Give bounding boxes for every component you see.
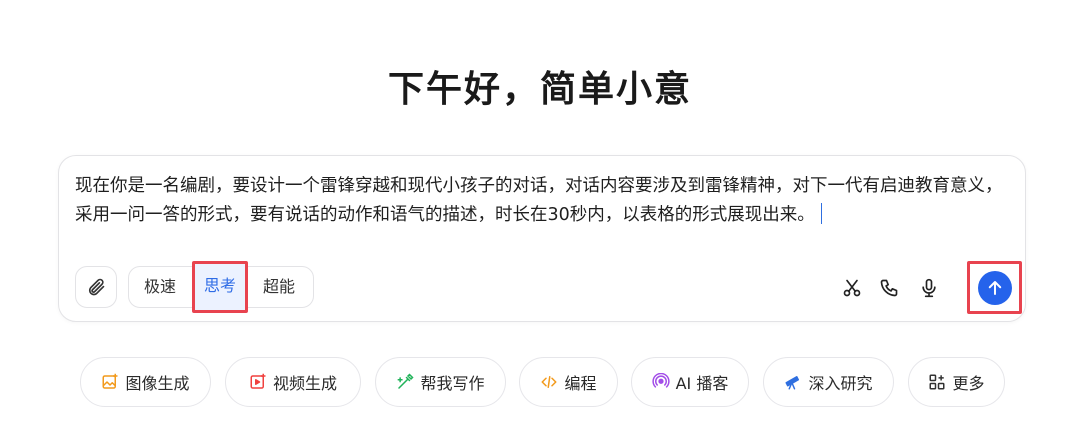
microphone-icon bbox=[922, 278, 936, 298]
chat-composer[interactable]: 现在你是一名编剧，要设计一个雷锋穿越和现代小孩子的对话，对话内容要涉及到雷锋精神… bbox=[58, 155, 1026, 322]
prompt-text: 现在你是一名编剧，要设计一个雷锋穿越和现代小孩子的对话，对话内容要涉及到雷锋精神… bbox=[75, 176, 1003, 225]
call-button[interactable] bbox=[877, 276, 901, 300]
code-icon bbox=[541, 376, 557, 388]
attach-button[interactable] bbox=[75, 266, 117, 308]
chip-ai-podcast[interactable]: AI 播客 bbox=[631, 357, 749, 407]
chip-image-generate[interactable]: 图像生成 bbox=[80, 357, 211, 407]
chip-label: 图像生成 bbox=[125, 374, 190, 393]
telescope-icon bbox=[785, 376, 800, 390]
quick-actions: 图像生成 视频生成 帮我写作 编程 AI 播客 深入研究 更多 bbox=[0, 357, 1080, 407]
voice-input-button[interactable] bbox=[917, 276, 941, 300]
chip-label: 视频生成 bbox=[272, 374, 337, 393]
chip-video-generate[interactable]: 视频生成 bbox=[225, 357, 361, 407]
chip-label: 更多 bbox=[952, 374, 985, 393]
scissors-icon bbox=[843, 279, 861, 297]
image-generate-icon bbox=[102, 373, 118, 389]
send-highlight bbox=[967, 261, 1022, 314]
video-generate-icon bbox=[250, 373, 266, 389]
text-caret bbox=[820, 203, 823, 224]
prompt-input[interactable]: 现在你是一名编剧，要设计一个雷锋穿越和现代小孩子的对话，对话内容要涉及到雷锋精神… bbox=[75, 172, 1010, 230]
chip-label: AI 播客 bbox=[675, 374, 729, 393]
arrow-up-icon bbox=[988, 281, 1002, 295]
mode-selector: 极速 思考 超能 bbox=[128, 261, 314, 313]
phone-icon bbox=[880, 279, 898, 297]
send-button[interactable] bbox=[978, 271, 1012, 305]
chip-deep-research[interactable]: 深入研究 bbox=[763, 357, 894, 407]
mode-think[interactable]: 思考 bbox=[192, 261, 248, 313]
paperclip-icon bbox=[88, 278, 105, 296]
mode-super[interactable]: 超能 bbox=[263, 275, 295, 299]
chip-label: 深入研究 bbox=[808, 374, 873, 393]
chip-coding[interactable]: 编程 bbox=[519, 357, 618, 407]
cut-button[interactable] bbox=[840, 276, 864, 300]
chip-help-write[interactable]: 帮我写作 bbox=[375, 357, 506, 407]
chip-label: 编程 bbox=[564, 374, 597, 393]
grid-more-icon bbox=[929, 374, 945, 390]
chip-label: 帮我写作 bbox=[420, 374, 485, 393]
chip-more[interactable]: 更多 bbox=[908, 357, 1005, 407]
greeting-title: 下午好，简单小意 bbox=[387, 69, 692, 110]
pen-write-icon bbox=[397, 373, 415, 389]
podcast-icon bbox=[652, 373, 670, 388]
mode-fast[interactable]: 极速 bbox=[144, 275, 176, 299]
